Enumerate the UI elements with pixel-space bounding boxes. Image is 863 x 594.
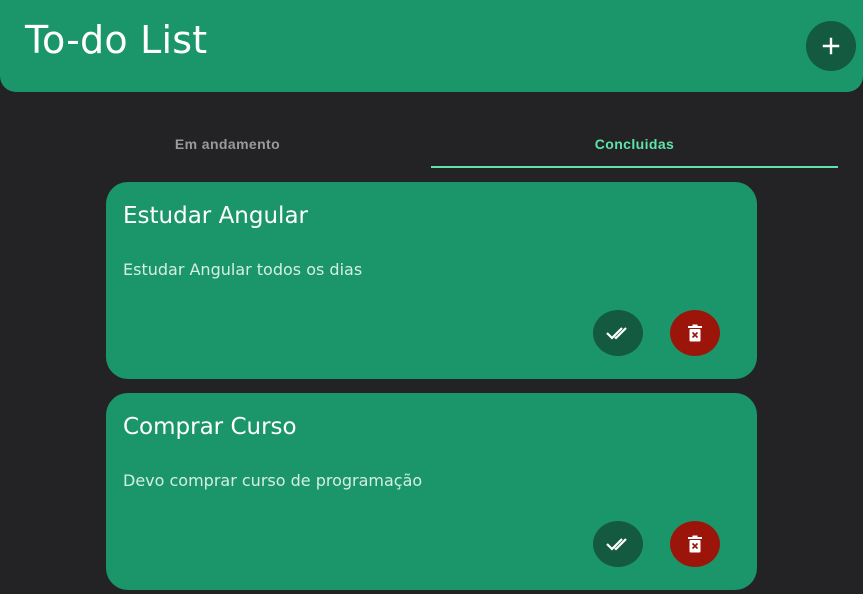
task-card: Comprar Curso Devo comprar curso de prog…: [106, 393, 757, 590]
double-check-icon: [606, 538, 627, 551]
plus-icon: [822, 37, 840, 55]
task-description: Estudar Angular todos os dias: [123, 260, 363, 279]
task-title: Estudar Angular: [123, 203, 308, 229]
task-title: Comprar Curso: [123, 414, 297, 440]
delete-task-button[interactable]: [670, 521, 720, 567]
task-tabs: Em andamento Concluidas: [24, 120, 838, 168]
mark-done-button[interactable]: [593, 521, 643, 567]
delete-task-button[interactable]: [670, 310, 720, 356]
app-toolbar: To-do List: [0, 0, 863, 92]
mark-done-button[interactable]: [593, 310, 643, 356]
add-task-button[interactable]: [806, 21, 856, 71]
double-check-icon: [606, 327, 627, 340]
task-description: Devo comprar curso de programação: [123, 471, 423, 490]
trash-icon: [688, 535, 702, 553]
tab-concluidas[interactable]: Concluidas: [431, 120, 838, 168]
task-card: Estudar Angular Estudar Angular todos os…: [106, 182, 757, 379]
app-title: To-do List: [25, 18, 208, 62]
trash-icon: [688, 324, 702, 342]
tab-em-andamento[interactable]: Em andamento: [24, 120, 431, 168]
